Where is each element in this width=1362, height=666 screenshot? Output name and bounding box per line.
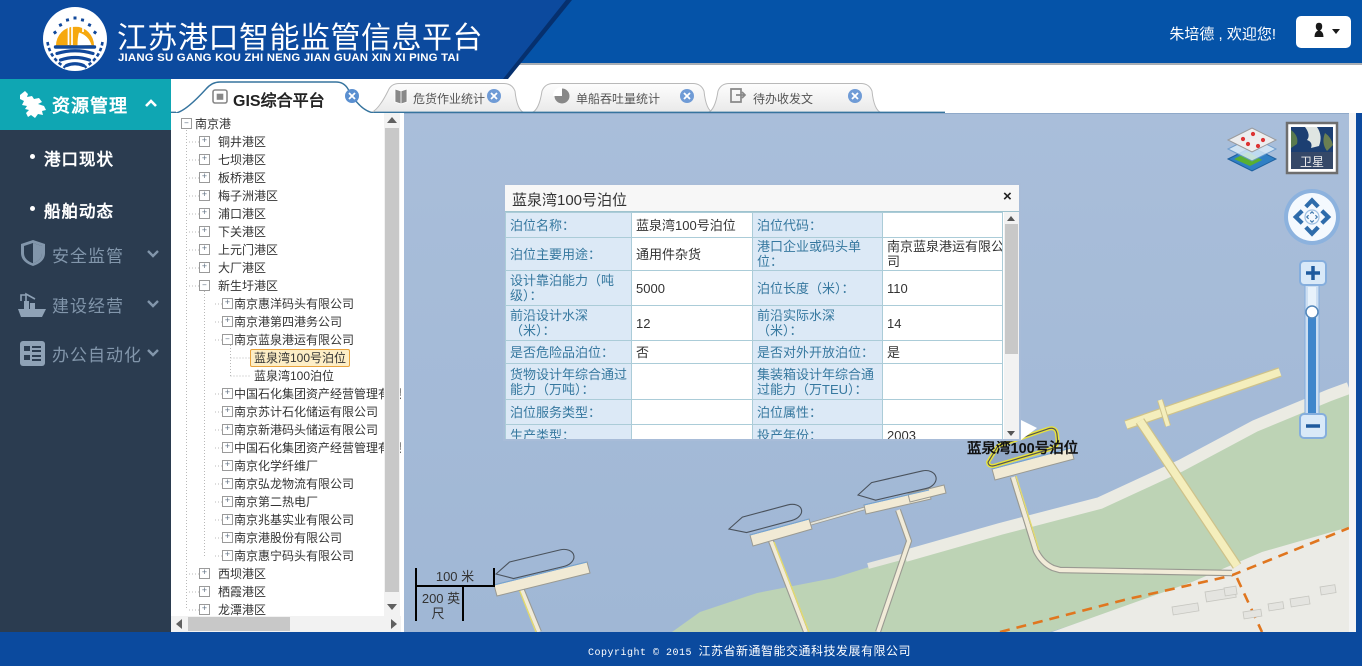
svg-text:尺: 尺 (431, 606, 444, 621)
svg-text:卫星: 卫星 (1300, 155, 1324, 169)
svg-text:200 英: 200 英 (422, 591, 460, 606)
svg-text:100 米: 100 米 (436, 569, 474, 584)
svg-text:蓝泉湾100号泊位: 蓝泉湾100号泊位 (967, 439, 1079, 457)
